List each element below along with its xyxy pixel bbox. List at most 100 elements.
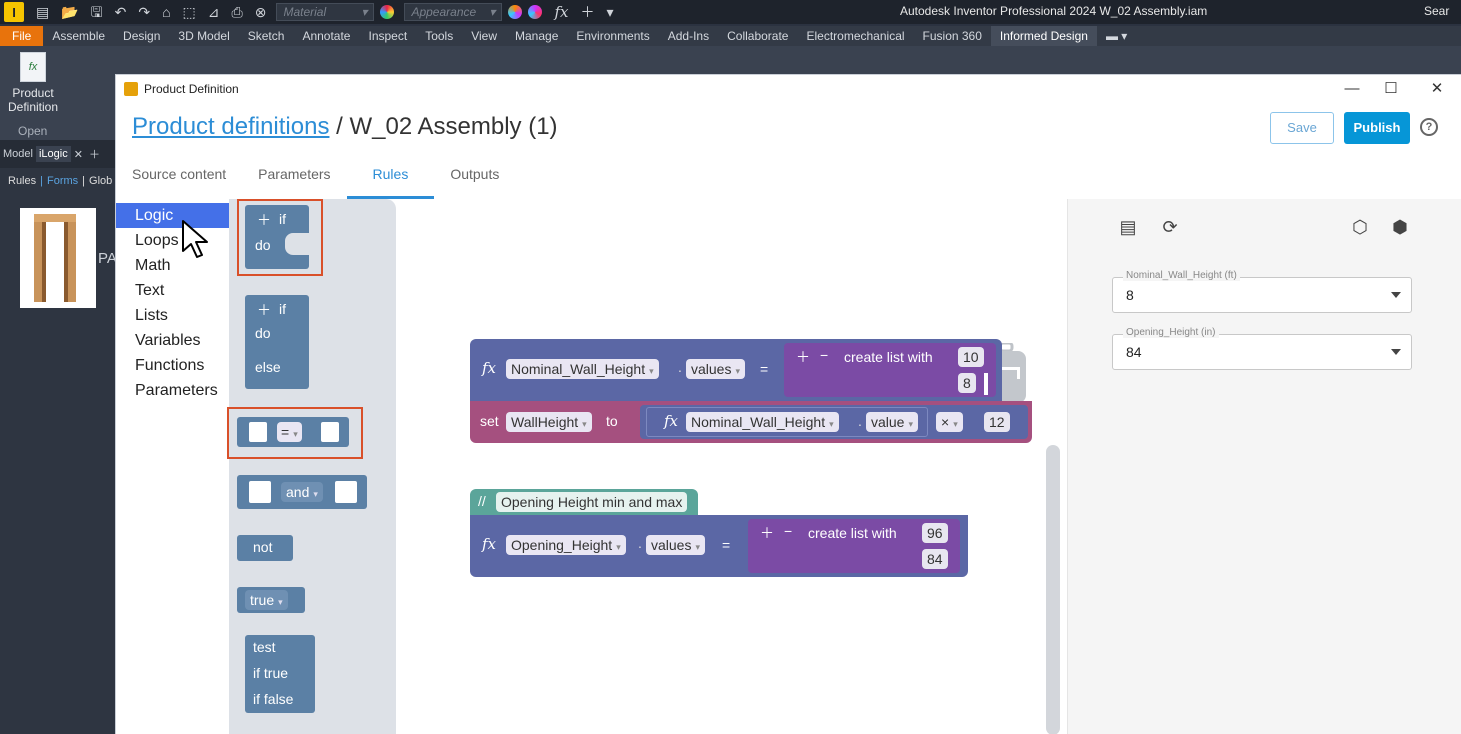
appearance-icon[interactable] <box>380 5 395 19</box>
list-item-value[interactable]: 8 <box>958 373 976 393</box>
add-icon[interactable]: ＋ <box>580 0 594 24</box>
tab-environments[interactable]: Environments <box>567 26 658 46</box>
adjust-appearance-icon[interactable] <box>528 5 543 19</box>
color-override-icon[interactable]: ⊗ <box>255 0 267 24</box>
print-icon[interactable]: ⎙ <box>232 0 243 24</box>
tab-add-ins[interactable]: Add-Ins <box>659 26 718 46</box>
tab-tools[interactable]: Tools <box>416 26 462 46</box>
publish-button[interactable]: Publish <box>1344 112 1410 144</box>
tab-3d-model[interactable]: 3D Model <box>169 26 238 46</box>
math-block[interactable]: fx Nominal_Wall_Height ▾ . value ▾ × ▾ 12 <box>640 405 1028 439</box>
tab-assemble[interactable]: Assemble <box>43 26 114 46</box>
create-list-block[interactable]: ＋ − create list with 96 84 <box>748 519 960 573</box>
select-icon[interactable]: ⬚ <box>183 0 196 24</box>
tab-annotate[interactable]: Annotate <box>293 26 359 46</box>
category-loops[interactable]: Loops <box>116 228 229 253</box>
param-dropdown[interactable]: Nominal_Wall_Height ▾ <box>506 359 659 379</box>
browser-rules[interactable]: Rules <box>8 175 36 187</box>
new-file-icon[interactable]: ▤ <box>36 0 49 24</box>
clear-appearance-icon[interactable] <box>508 5 523 19</box>
fx-parameters-icon[interactable]: fx <box>554 0 568 24</box>
search-label[interactable]: Sear <box>1424 4 1449 18</box>
model-update-icon[interactable]: ⬢ <box>1388 215 1412 239</box>
category-math[interactable]: Math <box>116 253 229 278</box>
close-dialog-icon[interactable]: ✕ <box>1427 79 1447 99</box>
list-remove-icon[interactable]: − <box>820 347 828 363</box>
tab-outputs[interactable]: Outputs <box>434 161 515 199</box>
property-dropdown[interactable]: values ▾ <box>686 359 745 379</box>
measure-icon[interactable]: ⊿ <box>208 0 220 24</box>
undo-icon[interactable]: ↶ <box>115 0 127 24</box>
category-lists[interactable]: Lists <box>116 303 229 328</box>
list-item-value[interactable]: 96 <box>922 523 948 543</box>
model-icon[interactable]: ⬡ <box>1348 215 1372 239</box>
home-icon[interactable]: ⌂ <box>162 0 170 24</box>
category-functions[interactable]: Functions <box>116 353 229 378</box>
category-variables[interactable]: Variables <box>116 328 229 353</box>
redo-icon[interactable]: ↷ <box>138 0 150 24</box>
set-variable-block[interactable]: set WallHeight ▾ to fx Nominal_Wall_Heigh… <box>470 401 1032 443</box>
opening-height-select[interactable]: Opening_Height (in) 84 <box>1112 327 1412 370</box>
close-icon[interactable]: ✕ <box>71 148 86 161</box>
tab-file[interactable]: File <box>0 26 44 46</box>
add-tab-icon[interactable]: ＋ <box>86 146 103 162</box>
and-operator[interactable]: and ▾ <box>281 482 323 502</box>
list-add-icon[interactable]: ＋ <box>760 523 774 543</box>
assembly-thumbnail[interactable] <box>20 208 96 308</box>
operator-dropdown[interactable]: × ▾ <box>936 412 963 432</box>
list-remove-icon[interactable]: − <box>784 523 792 539</box>
browser-tab-ilogic[interactable]: iLogic <box>35 146 71 162</box>
tab-design[interactable]: Design <box>114 26 169 46</box>
tab-inspect[interactable]: Inspect <box>359 26 416 46</box>
param-dropdown[interactable]: Nominal_Wall_Height ▾ <box>686 412 839 432</box>
nominal-values-block[interactable]: fx Nominal_Wall_Height ▾ . values ▾ = ＋ − … <box>470 339 1002 401</box>
tab-source-content[interactable]: Source content <box>116 161 242 199</box>
tab-manage[interactable]: Manage <box>506 26 567 46</box>
category-text[interactable]: Text <box>116 278 229 303</box>
rule-refresh-icon[interactable]: ⟳ <box>1158 215 1182 239</box>
multiplier-value[interactable]: 12 <box>984 412 1010 432</box>
material-select[interactable]: Material ▾ <box>276 3 375 21</box>
appearance-select[interactable]: Appearance ▾ <box>404 3 503 21</box>
true-dropdown[interactable]: true ▾ <box>245 590 288 610</box>
property-dropdown[interactable]: value ▾ <box>866 412 918 432</box>
browser-forms[interactable]: Forms <box>47 175 78 187</box>
browser-tab-model[interactable]: Model <box>0 148 36 160</box>
comment-block[interactable]: // Opening Height min and max <box>470 489 698 515</box>
variable-dropdown[interactable]: WallHeight ▾ <box>506 412 592 432</box>
minimize-icon[interactable]: — <box>1342 79 1362 99</box>
comment-text[interactable]: Opening Height min and max <box>496 492 688 512</box>
ternary-block[interactable]: test if true if false <box>245 635 315 713</box>
not-block[interactable]: not <box>237 535 293 561</box>
breadcrumb-link[interactable]: Product definitions <box>132 113 329 140</box>
save-button[interactable]: Save <box>1270 112 1334 144</box>
rules-workspace[interactable]: fx Nominal_Wall_Height ▾ . values ▾ = ＋ − … <box>396 199 1066 734</box>
tab-collaborate[interactable]: Collaborate <box>718 26 797 46</box>
browser-global[interactable]: Glob <box>89 175 112 187</box>
if-do-else-block[interactable]: ＋ if do else <box>245 295 309 389</box>
product-definition-button[interactable]: fx Product Definition <box>4 52 62 114</box>
rule-icon[interactable]: ▤ <box>1116 215 1140 239</box>
create-list-block[interactable]: ＋ − create list with 10 8 <box>784 343 996 397</box>
category-parameters[interactable]: Parameters <box>116 378 229 403</box>
nominal-wall-height-select[interactable]: Nominal_Wall_Height (ft) 8 <box>1112 270 1412 313</box>
customize-icon[interactable]: ▾ <box>606 0 613 24</box>
workspace-scrollbar[interactable] <box>1046 445 1060 734</box>
maximize-icon[interactable]: ☐ <box>1381 79 1401 99</box>
category-logic[interactable]: Logic <box>116 203 229 228</box>
tab-fusion-360[interactable]: Fusion 360 <box>914 26 991 46</box>
opening-values-block[interactable]: fx Opening_Height ▾ . values ▾ = ＋ − creat… <box>470 515 968 577</box>
tab-sketch[interactable]: Sketch <box>239 26 294 46</box>
list-item-value[interactable]: 84 <box>922 549 948 569</box>
tab-electromechanical[interactable]: Electromechanical <box>797 26 913 46</box>
tab-view[interactable]: View <box>462 26 506 46</box>
property-dropdown[interactable]: values ▾ <box>646 535 705 555</box>
true-block[interactable]: true ▾ <box>237 587 305 613</box>
help-icon[interactable]: ? <box>1420 118 1438 136</box>
tab-parameters[interactable]: Parameters <box>242 161 346 199</box>
video-dropdown-icon[interactable]: ▬ ▾ <box>1097 26 1136 46</box>
save-icon[interactable]: 🖫 <box>91 0 103 24</box>
tab-rules[interactable]: Rules <box>346 161 435 199</box>
list-item-value[interactable]: 10 <box>958 347 984 367</box>
param-dropdown[interactable]: Opening_Height ▾ <box>506 535 626 555</box>
